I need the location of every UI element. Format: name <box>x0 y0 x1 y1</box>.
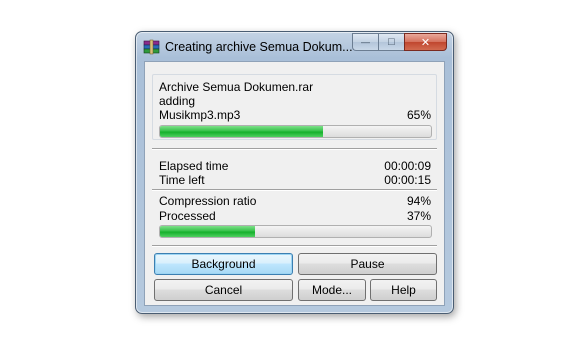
minimize-icon: — <box>361 37 370 47</box>
elapsed-time-label: Elapsed time <box>159 159 229 173</box>
separator-bottom <box>152 245 437 247</box>
cancel-button[interactable]: Cancel <box>154 279 293 301</box>
current-file-name: Musikmp3.mp3 <box>159 108 241 122</box>
help-button[interactable]: Help <box>370 279 437 301</box>
dialog-client-area: Archive Semua Dokumen.rar adding Musikmp… <box>144 61 445 306</box>
separator-top <box>152 148 437 150</box>
close-icon: ✕ <box>420 36 431 49</box>
compression-ratio-label: Compression ratio <box>159 194 257 208</box>
background-button[interactable]: Background <box>154 253 293 275</box>
close-button[interactable]: ✕ <box>404 33 447 51</box>
file-progress-bar <box>159 125 432 138</box>
maximize-icon: □ <box>388 36 395 48</box>
maximize-button[interactable]: □ <box>378 33 404 51</box>
minimize-button[interactable]: — <box>352 33 378 51</box>
time-left-value: 00:00:15 <box>384 173 431 187</box>
pause-button-label: Pause <box>350 257 385 271</box>
archive-progress-window: Creating archive Semua Dokum... — □ ✕ Ar… <box>135 31 454 314</box>
winrar-app-icon <box>143 39 160 55</box>
mode-button-label: Mode... <box>311 283 353 297</box>
total-progress-bar <box>159 225 432 238</box>
action-label: adding <box>159 94 196 108</box>
help-button-label: Help <box>391 283 416 297</box>
processed-label: Processed <box>159 209 216 223</box>
file-percent: 65% <box>406 108 431 122</box>
total-progress-fill <box>160 226 255 237</box>
compression-ratio-value: 94% <box>406 194 431 208</box>
title-bar[interactable]: Creating archive Semua Dokum... — □ ✕ <box>136 32 453 61</box>
file-progress-fill <box>160 126 323 137</box>
archive-name: Archive Semua Dokumen.rar <box>159 80 314 94</box>
pause-button[interactable]: Pause <box>298 253 437 275</box>
separator-middle <box>152 189 437 191</box>
background-button-label: Background <box>191 257 256 271</box>
mode-button[interactable]: Mode... <box>298 279 366 301</box>
processed-value: 37% <box>406 209 431 223</box>
window-title: Creating archive Semua Dokum... <box>165 40 353 54</box>
caption-buttons: — □ ✕ <box>352 33 447 52</box>
time-left-label: Time left <box>159 173 205 187</box>
elapsed-time-value: 00:00:09 <box>384 159 431 173</box>
cancel-button-label: Cancel <box>204 283 243 297</box>
